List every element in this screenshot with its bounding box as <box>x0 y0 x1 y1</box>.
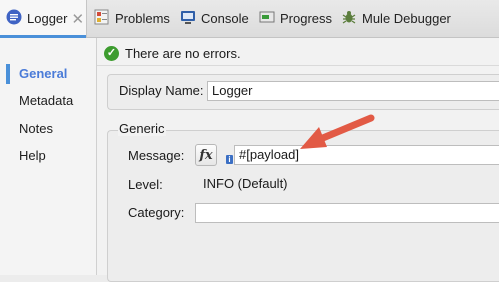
logger-icon <box>6 9 22 28</box>
general-panel: ✓ There are no errors. Display Name: Log… <box>97 38 499 282</box>
debugger-icon <box>341 9 357 28</box>
generic-group: Generic Message: fx i #[payload] Level: … <box>107 121 499 282</box>
close-icon[interactable]: ✕ <box>71 10 84 28</box>
info-icon: i <box>226 155 233 164</box>
display-name-label: Display Name: <box>119 83 204 98</box>
progress-icon <box>259 9 275 28</box>
tab-logger[interactable]: Logger ✕ <box>0 0 87 38</box>
category-label: Category: <box>128 205 185 220</box>
tab-console[interactable]: Console <box>180 0 249 37</box>
sidebar-item-general[interactable]: General <box>0 62 96 86</box>
tab-problems[interactable]: Problems <box>94 0 170 37</box>
display-name-field[interactable]: Logger <box>207 81 499 101</box>
sidebar-item-metadata[interactable]: Metadata <box>0 89 96 113</box>
generic-group-title: Generic <box>118 121 166 136</box>
display-name-group: Display Name: Logger <box>107 74 499 110</box>
tab-console-label: Console <box>201 11 249 26</box>
tab-progress-label: Progress <box>280 11 333 26</box>
sidebar-item-help[interactable]: Help <box>0 144 96 168</box>
properties-sidebar: General Metadata Notes Help <box>0 38 97 275</box>
tab-problems-label: Problems <box>115 11 170 26</box>
sidebar-item-notes[interactable]: Notes <box>0 117 96 141</box>
message-label: Message: <box>128 148 185 163</box>
tab-logger-label: Logger <box>27 11 68 26</box>
tab-progress[interactable]: Progress <box>259 0 332 37</box>
status-text: There are no errors. <box>125 45 241 61</box>
problems-icon <box>94 9 110 28</box>
divider <box>97 65 499 66</box>
category-field[interactable] <box>195 203 499 223</box>
console-icon <box>180 9 196 28</box>
view-tab-bar: Logger ✕ Problems Console Progress Mule … <box>0 0 499 38</box>
level-select[interactable]: INFO (Default) <box>195 175 499 195</box>
message-field[interactable]: #[payload] <box>234 145 499 165</box>
level-label: Level: <box>128 177 163 192</box>
tab-mule-debugger[interactable]: Mule Debugger <box>341 0 451 37</box>
tab-mule-debugger-label: Mule Debugger <box>362 11 451 26</box>
check-icon: ✓ <box>104 45 119 61</box>
status-message: ✓ There are no errors. <box>104 44 241 62</box>
expression-toggle-button[interactable]: fx <box>195 144 217 166</box>
